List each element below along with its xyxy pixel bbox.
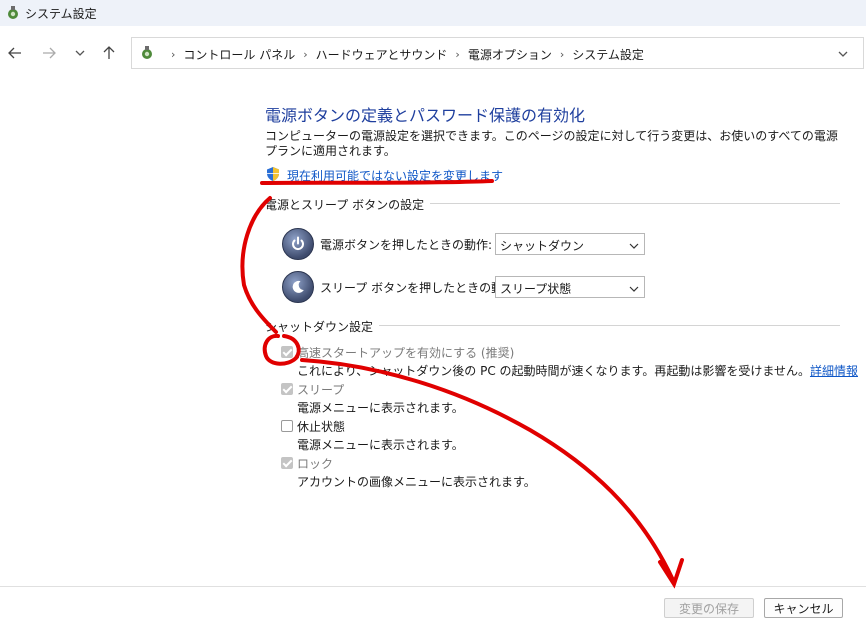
sleep-label: スリープ [297, 383, 345, 397]
power-button-action-select[interactable]: シャットダウン [495, 233, 645, 255]
breadcrumb-control-panel[interactable]: コントロール パネル [183, 46, 295, 63]
power-button-row: 電源ボタンを押したときの動作: [282, 228, 492, 260]
power-button-label: 電源ボタンを押したときの動作: [320, 238, 493, 252]
arrow-stroke-annotation [240, 196, 278, 334]
sleep-button-action-select[interactable]: スリープ状態 [495, 276, 645, 298]
lock-checkbox[interactable] [281, 457, 293, 469]
hibernate-checkbox[interactable] [281, 420, 293, 432]
footer-bar: 変更の保存 キャンセル [0, 586, 866, 625]
power-button-icon [282, 228, 314, 260]
chevron-right-icon[interactable]: › [171, 48, 175, 61]
breadcrumb-hardware-sound[interactable]: ハードウェアとサウンド [316, 46, 448, 63]
power-button-action-value: シャットダウン [500, 239, 585, 253]
page-description: コンピューターの電源設定を選択できます。このページの設定に対して行う変更は、お使… [265, 129, 838, 158]
back-arrow-icon[interactable] [5, 43, 25, 63]
fast-startup-label: 高速スタートアップを有効にする (推奨) [297, 346, 515, 360]
fast-startup-desc-text: これにより、シャットダウン後の PC の起動時間が速くなります。再起動は影響を受… [297, 364, 810, 378]
uac-shield-icon [265, 166, 281, 185]
address-history-chevron-icon[interactable] [837, 48, 849, 63]
chevron-right-icon[interactable]: › [455, 48, 459, 61]
power-sleep-group-title: 電源とスリープ ボタンの設定 [265, 196, 431, 213]
breadcrumb: › コントロール パネル › ハードウェアとサウンド › 電源オプション › シ… [163, 46, 644, 63]
control-panel-icon [139, 45, 155, 64]
chevron-down-icon [629, 240, 639, 254]
up-arrow-icon[interactable] [99, 43, 119, 63]
chevron-right-icon[interactable]: › [560, 48, 564, 61]
sleep-checkbox[interactable] [281, 383, 293, 395]
change-unavailable-settings-link[interactable]: 現在利用可能ではない設定を変更します [265, 166, 503, 185]
breadcrumb-power-options[interactable]: 電源オプション [468, 46, 552, 63]
arrowhead-annotation [658, 558, 684, 589]
fast-startup-description: これにより、シャットダウン後の PC の起動時間が速くなります。再起動は影響を受… [297, 362, 858, 379]
sleep-description: 電源メニューに表示されます。 [297, 401, 464, 415]
hibernate-label: 休止状態 [297, 420, 346, 434]
more-info-link[interactable]: 詳細情報 [810, 364, 858, 378]
page-title: 電源ボタンの定義とパスワード保護の有効化 [265, 106, 586, 125]
control-panel-icon [5, 5, 21, 24]
red-annotation-overlay [240, 179, 684, 589]
sleep-button-action-value: スリープ状態 [500, 282, 572, 296]
recent-locations-chevron-icon[interactable] [70, 43, 90, 63]
lock-description: アカウントの画像メニューに表示されます。 [297, 475, 536, 489]
fast-startup-checkbox[interactable] [281, 346, 293, 358]
shutdown-group-title: シャットダウン設定 [265, 318, 380, 335]
lock-label: ロック [297, 457, 334, 471]
chevron-right-icon[interactable]: › [303, 48, 307, 61]
change-unavailable-settings-label[interactable]: 現在利用可能ではない設定を変更します [287, 167, 503, 184]
sleep-button-icon [282, 271, 314, 303]
title-bar: システム設定 [0, 0, 866, 26]
long-arrow-annotation [300, 358, 674, 580]
chevron-down-icon [629, 283, 639, 297]
breadcrumb-system-settings[interactable]: システム設定 [572, 46, 644, 63]
address-bar[interactable]: › コントロール パネル › ハードウェアとサウンド › 電源オプション › シ… [131, 37, 864, 69]
forward-arrow-icon[interactable] [39, 43, 59, 63]
sleep-button-label: スリープ ボタンを押したときの動作: [320, 281, 520, 295]
sleep-button-row: スリープ ボタンを押したときの動作: [282, 271, 519, 303]
hibernate-description: 電源メニューに表示されます。 [297, 438, 464, 452]
cancel-button[interactable]: キャンセル [764, 598, 843, 618]
save-changes-button[interactable]: 変更の保存 [664, 598, 754, 618]
window-title: システム設定 [25, 7, 97, 21]
